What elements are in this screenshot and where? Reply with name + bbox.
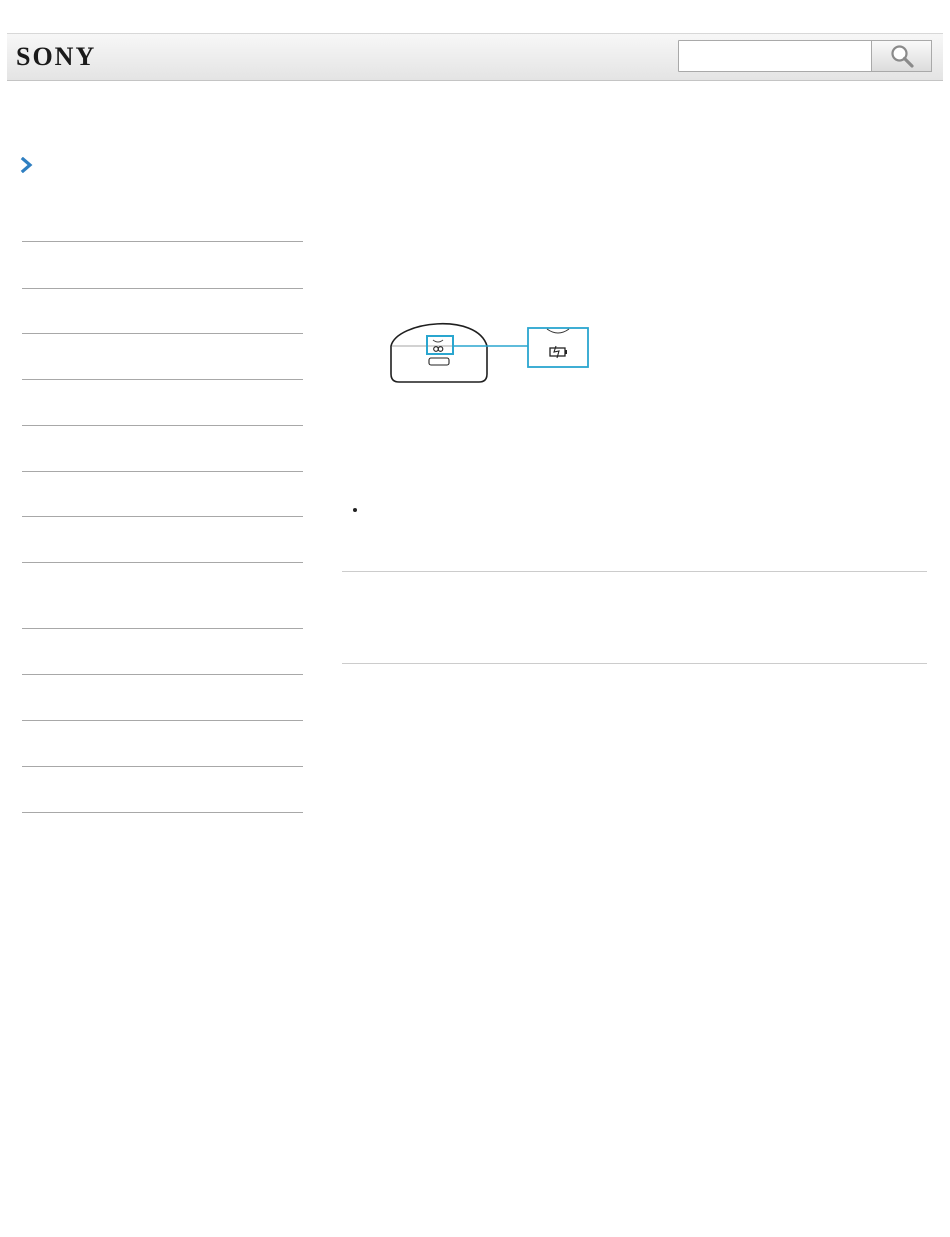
sidebar-item[interactable] [22, 379, 303, 425]
sidebar-item[interactable] [22, 562, 303, 628]
sony-logo[interactable]: SONY [16, 43, 96, 71]
sidebar-item[interactable] [22, 288, 303, 333]
sidebar-item[interactable] [22, 674, 303, 720]
list-bullet [353, 508, 357, 512]
sidebar-item[interactable] [22, 766, 303, 813]
sidebar-item[interactable] [22, 628, 303, 674]
search-button[interactable] [871, 40, 932, 72]
sidebar-item[interactable] [22, 425, 303, 471]
sidebar-item[interactable] [22, 516, 303, 562]
section-divider [342, 571, 927, 572]
sidebar-item[interactable] [22, 720, 303, 766]
device-illustration [385, 316, 595, 403]
sidebar-item[interactable] [22, 333, 303, 379]
sidebar-item[interactable] [22, 241, 303, 288]
sidebar-nav [22, 241, 303, 813]
search-icon [890, 45, 914, 68]
section-divider [342, 663, 927, 664]
header-bar: SONY [7, 33, 943, 81]
back-chevron-icon[interactable] [20, 156, 34, 174]
sidebar-item[interactable] [22, 471, 303, 516]
search-input[interactable] [678, 40, 872, 72]
